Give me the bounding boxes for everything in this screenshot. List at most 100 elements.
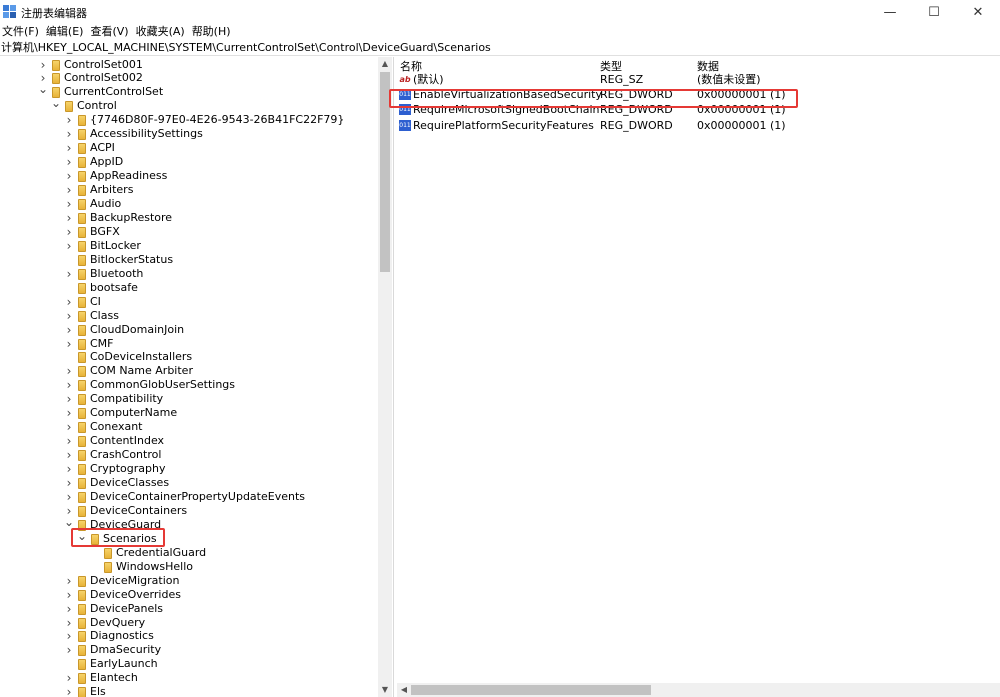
chevron-right-icon[interactable]: › (64, 685, 74, 697)
tree-vertical-scrollbar[interactable]: ▲ ▼ (378, 57, 392, 697)
chevron-right-icon[interactable]: › (64, 434, 74, 448)
tree-node[interactable]: › Arbiters (0, 183, 378, 197)
chevron-down-icon[interactable]: ⌄ (77, 530, 87, 546)
tree-node[interactable]: › DmaSecurity (0, 643, 378, 657)
value-row[interactable]: 011 RequirePlatformSecurityFeatures REG_DW… (397, 118, 1000, 133)
scroll-left-icon[interactable]: ◀ (397, 683, 411, 697)
scrollbar-thumb[interactable] (380, 72, 390, 272)
scrollbar-thumb[interactable] (411, 685, 651, 695)
tree-node[interactable]: ⌄ Scenarios (0, 530, 378, 546)
value-row[interactable]: ab (默认) REG_SZ (数值未设置) (397, 72, 1000, 87)
chevron-right-icon[interactable]: › (64, 267, 74, 281)
chevron-right-icon[interactable]: › (64, 197, 74, 211)
tree-node[interactable]: › Class (0, 309, 378, 323)
tree-node[interactable]: › ControlSet002 (0, 71, 378, 85)
tree-node[interactable]: › Diagnostics (0, 629, 378, 643)
chevron-right-icon[interactable]: › (64, 127, 74, 141)
tree-node[interactable]: › BitLocker (0, 239, 378, 253)
chevron-down-icon[interactable]: ⌄ (64, 516, 74, 532)
maximize-button[interactable]: ☐ (912, 0, 956, 24)
chevron-right-icon[interactable]: › (64, 113, 74, 127)
chevron-right-icon[interactable]: › (64, 476, 74, 490)
chevron-right-icon[interactable]: › (64, 141, 74, 155)
close-button[interactable]: ✕ (956, 0, 1000, 24)
chevron-right-icon[interactable]: › (64, 616, 74, 630)
tree-node[interactable]: EarlyLaunch (0, 657, 378, 671)
chevron-right-icon[interactable]: › (64, 378, 74, 392)
tree-node[interactable]: › CMF (0, 337, 378, 351)
tree-node[interactable]: › DeviceClasses (0, 476, 378, 490)
tree-node[interactable]: WindowsHello (0, 560, 378, 574)
chevron-right-icon[interactable]: › (64, 490, 74, 504)
tree-node[interactable]: › Audio (0, 197, 378, 211)
chevron-down-icon[interactable]: ⌄ (51, 97, 61, 113)
tree-node[interactable]: bootsafe (0, 281, 378, 295)
chevron-right-icon[interactable]: › (64, 629, 74, 643)
chevron-right-icon[interactable]: › (38, 58, 48, 72)
tree-node[interactable]: › Compatibility (0, 392, 378, 406)
scroll-down-icon[interactable]: ▼ (378, 683, 392, 697)
value-row[interactable]: 011 RequireMicrosoftSignedBootChain REG_DW… (397, 102, 1000, 117)
chevron-right-icon[interactable]: › (64, 462, 74, 476)
value-row[interactable]: 011 EnableVirtualizationBasedSecurity REG_… (397, 87, 1000, 102)
tree-node[interactable]: CredentialGuard (0, 546, 378, 560)
chevron-right-icon[interactable]: › (64, 169, 74, 183)
chevron-right-icon[interactable]: › (64, 671, 74, 685)
tree-node[interactable]: › CloudDomainJoin (0, 323, 378, 337)
menu-edit[interactable]: 编辑(E) (44, 24, 89, 40)
tree-node[interactable]: › Els (0, 685, 378, 697)
tree-node[interactable]: › DeviceContainerPropertyUpdateEvents (0, 490, 378, 504)
menu-file[interactable]: 文件(F) (0, 24, 44, 40)
chevron-right-icon[interactable]: › (64, 309, 74, 323)
tree-node[interactable]: › {7746D80F-97E0-4E26-9543-26B41FC22F79} (0, 113, 378, 127)
tree-node[interactable]: › DeviceOverrides (0, 588, 378, 602)
chevron-right-icon[interactable]: › (64, 239, 74, 253)
chevron-right-icon[interactable]: › (64, 406, 74, 420)
tree-node[interactable]: › AppReadiness (0, 169, 378, 183)
chevron-right-icon[interactable]: › (64, 602, 74, 616)
tree-node[interactable]: › Elantech (0, 671, 378, 685)
address-bar[interactable]: 计算机\HKEY_LOCAL_MACHINE\SYSTEM\CurrentCon… (0, 40, 1000, 56)
chevron-right-icon[interactable]: › (64, 323, 74, 337)
chevron-right-icon[interactable]: › (64, 364, 74, 378)
chevron-right-icon[interactable]: › (64, 183, 74, 197)
tree-node[interactable]: › ControlSet001 (0, 58, 378, 72)
tree-node[interactable]: › ComputerName (0, 406, 378, 420)
tree-node[interactable]: › AppID (0, 155, 378, 169)
chevron-down-icon[interactable]: ⌄ (38, 83, 48, 99)
tree-node[interactable]: › COM Name Arbiter (0, 364, 378, 378)
chevron-right-icon[interactable]: › (64, 155, 74, 169)
tree-node[interactable]: › DeviceMigration (0, 574, 378, 588)
menu-favorites[interactable]: 收藏夹(A) (134, 24, 190, 40)
chevron-right-icon[interactable]: › (64, 337, 74, 351)
chevron-right-icon[interactable]: › (64, 588, 74, 602)
menu-view[interactable]: 查看(V) (88, 24, 133, 40)
tree-node[interactable]: › ContentIndex (0, 434, 378, 448)
chevron-right-icon[interactable]: › (64, 420, 74, 434)
minimize-button[interactable]: — (868, 0, 912, 24)
tree-node[interactable]: › CI (0, 295, 378, 309)
tree-node[interactable]: › Bluetooth (0, 267, 378, 281)
tree-node[interactable]: › BGFX (0, 225, 378, 239)
scroll-up-icon[interactable]: ▲ (378, 57, 392, 71)
tree-node[interactable]: › Cryptography (0, 462, 378, 476)
tree-node[interactable]: › Conexant (0, 420, 378, 434)
pane-splitter[interactable] (393, 57, 396, 697)
chevron-right-icon[interactable]: › (64, 211, 74, 225)
tree-node[interactable]: CoDeviceInstallers (0, 350, 378, 364)
tree-node[interactable]: › DevQuery (0, 616, 378, 630)
chevron-right-icon[interactable]: › (64, 392, 74, 406)
tree-node[interactable]: › BackupRestore (0, 211, 378, 225)
chevron-right-icon[interactable]: › (64, 448, 74, 462)
chevron-right-icon[interactable]: › (64, 225, 74, 239)
tree-node[interactable]: ⌄ DeviceGuard (0, 516, 378, 532)
menu-help[interactable]: 帮助(H) (190, 24, 236, 40)
tree-node[interactable]: › AccessibilitySettings (0, 127, 378, 141)
tree-node[interactable]: ⌄ Control (0, 97, 378, 113)
tree-node[interactable]: › CrashControl (0, 448, 378, 462)
chevron-right-icon[interactable]: › (64, 643, 74, 657)
values-horizontal-scrollbar[interactable]: ◀ (397, 683, 1000, 697)
tree-node[interactable]: › DevicePanels (0, 602, 378, 616)
chevron-right-icon[interactable]: › (64, 574, 74, 588)
tree-node[interactable]: › DeviceContainers (0, 504, 378, 518)
